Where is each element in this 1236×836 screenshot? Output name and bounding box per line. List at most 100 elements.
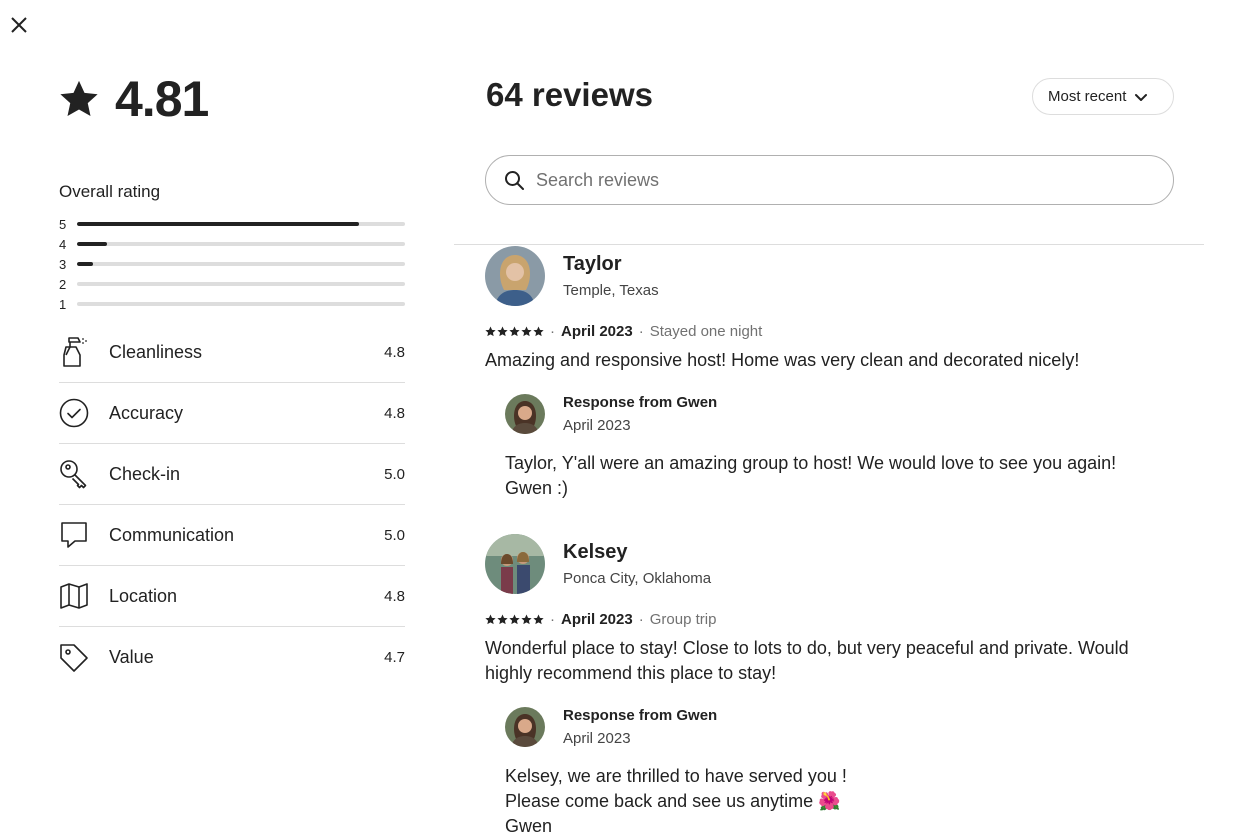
- star-icon: [521, 326, 532, 337]
- category-accuracy: Accuracy 4.8: [59, 383, 405, 444]
- distribution-bar-fill: [77, 262, 94, 266]
- chat-bubble-icon: [59, 519, 89, 551]
- category-value: 4.7: [384, 649, 405, 666]
- reviewer-avatar[interactable]: [485, 534, 545, 594]
- reviewer-location: Temple, Texas: [563, 282, 659, 299]
- star-icon: [60, 80, 98, 116]
- category-label: Cleanliness: [109, 341, 203, 362]
- host-response-date: April 2023: [563, 417, 631, 434]
- distribution-bar: [77, 242, 405, 246]
- star-icon: [485, 614, 496, 625]
- overall-rating-label: Overall rating: [59, 182, 161, 201]
- spray-bottle-icon: [59, 336, 89, 368]
- search-input[interactable]: [536, 169, 1136, 191]
- distribution-bar: [77, 302, 405, 306]
- host-response-title: Response from Gwen: [563, 707, 718, 724]
- star-icon: [533, 326, 544, 337]
- distribution-bar: [77, 222, 405, 226]
- review-stars: [485, 614, 544, 625]
- category-label: Check-in: [109, 463, 181, 484]
- category-value: Value 4.7: [59, 627, 405, 688]
- review-meta: · April 2023 · Group trip: [485, 611, 1175, 628]
- category-value: 5.0: [384, 465, 405, 483]
- reviews-count-title: 64 reviews: [486, 76, 653, 113]
- host-response-text: Kelsey, we are thrilled to have served y…: [505, 766, 847, 836]
- separator-dot: ·: [550, 611, 555, 628]
- map-icon: [59, 580, 89, 612]
- category-cleanliness: Cleanliness 4.8: [59, 322, 405, 383]
- reviewer-name: Taylor: [563, 253, 622, 275]
- sort-label: Most recent: [1048, 88, 1127, 105]
- review-item: Taylor Temple, Texas · April 2023 · Stay…: [485, 246, 1175, 501]
- distribution-star-label: 1: [59, 296, 67, 312]
- distribution-row: 5: [59, 214, 405, 234]
- reviewer-header: Kelsey Ponca City, Oklahoma: [485, 534, 1175, 594]
- review-stay-type: Stayed one night: [649, 323, 763, 340]
- reviewer-avatar[interactable]: [485, 246, 545, 306]
- category-value: 4.8: [384, 587, 405, 605]
- distribution-star-label: 2: [59, 276, 67, 292]
- distribution-bar-fill: [77, 242, 107, 246]
- chevron-down-icon: [1135, 93, 1148, 101]
- separator-dot: ·: [638, 323, 644, 340]
- category-value: 4.8: [384, 404, 405, 422]
- review-date: April 2023: [561, 323, 633, 340]
- host-response: Response from Gwen April 2023 Kelsey, we…: [505, 707, 1175, 836]
- star-icon: [533, 614, 544, 625]
- distribution-row: 3: [59, 254, 405, 274]
- category-communication: Communication 5.0: [59, 505, 405, 566]
- review-text: Wonderful place to stay! Close to lots t…: [485, 638, 1129, 683]
- host-avatar[interactable]: [505, 394, 545, 434]
- distribution-bar-fill: [77, 222, 360, 226]
- category-label: Communication: [109, 524, 235, 545]
- host-response-text: Taylor, Y'all were an amazing group to h…: [505, 453, 1117, 498]
- category-value: 4.8: [384, 343, 405, 361]
- check-circle-icon: [59, 397, 89, 429]
- tag-icon: [59, 642, 89, 674]
- review-stars: [485, 326, 544, 337]
- sort-dropdown[interactable]: Most recent: [1032, 78, 1174, 115]
- category-label: Value: [109, 647, 154, 667]
- star-icon: [497, 326, 508, 337]
- distribution-bar: [77, 262, 405, 266]
- distribution-star-label: 3: [59, 256, 67, 272]
- category-label: Location: [109, 585, 178, 606]
- close-button[interactable]: [8, 14, 30, 36]
- review-date: April 2023: [561, 611, 633, 628]
- host-response-header: Response from Gwen April 2023: [505, 707, 1175, 747]
- reviewer-name: Kelsey: [563, 541, 628, 563]
- host-response-title: Response from Gwen: [563, 394, 718, 411]
- distribution-star-label: 5: [59, 216, 67, 232]
- host-response: Response from Gwen April 2023 Taylor, Y'…: [505, 394, 1175, 501]
- search-icon: [505, 171, 524, 190]
- rating-distribution: 5 4 3 2 1: [59, 214, 405, 314]
- reviewer-header: Taylor Temple, Texas: [485, 246, 1175, 306]
- close-icon: [11, 17, 27, 33]
- category-value: 5.0: [384, 526, 405, 544]
- distribution-star-label: 4: [59, 236, 67, 252]
- category-checkin: Check-in 5.0: [59, 444, 405, 505]
- star-icon: [497, 614, 508, 625]
- category-location: Location 4.8: [59, 566, 405, 627]
- separator-dot: ·: [638, 611, 644, 628]
- separator-dot: ·: [550, 323, 555, 340]
- star-icon: [509, 614, 520, 625]
- star-icon: [521, 614, 532, 625]
- divider: [454, 244, 1204, 245]
- review-meta: · April 2023 · Stayed one night: [485, 323, 1175, 340]
- search-bar[interactable]: [485, 155, 1174, 205]
- star-icon: [509, 326, 520, 337]
- overall-score: 4.81: [59, 70, 209, 128]
- category-ratings: Cleanliness 4.8 Accuracy 4.8 Check-in 5.…: [59, 322, 405, 688]
- host-avatar[interactable]: [505, 707, 545, 747]
- distribution-row: 4: [59, 234, 405, 254]
- key-icon: [59, 458, 89, 490]
- review-stay-type: Group trip: [649, 611, 717, 628]
- host-response-date: April 2023: [563, 730, 631, 747]
- review-item: Kelsey Ponca City, Oklahoma · April 2023…: [485, 534, 1175, 836]
- host-response-header: Response from Gwen April 2023: [505, 394, 1175, 434]
- overall-score-value: 4.81: [115, 71, 209, 127]
- distribution-row: 1: [59, 294, 405, 314]
- reviewer-location: Ponca City, Oklahoma: [563, 570, 712, 587]
- category-label: Accuracy: [109, 402, 184, 423]
